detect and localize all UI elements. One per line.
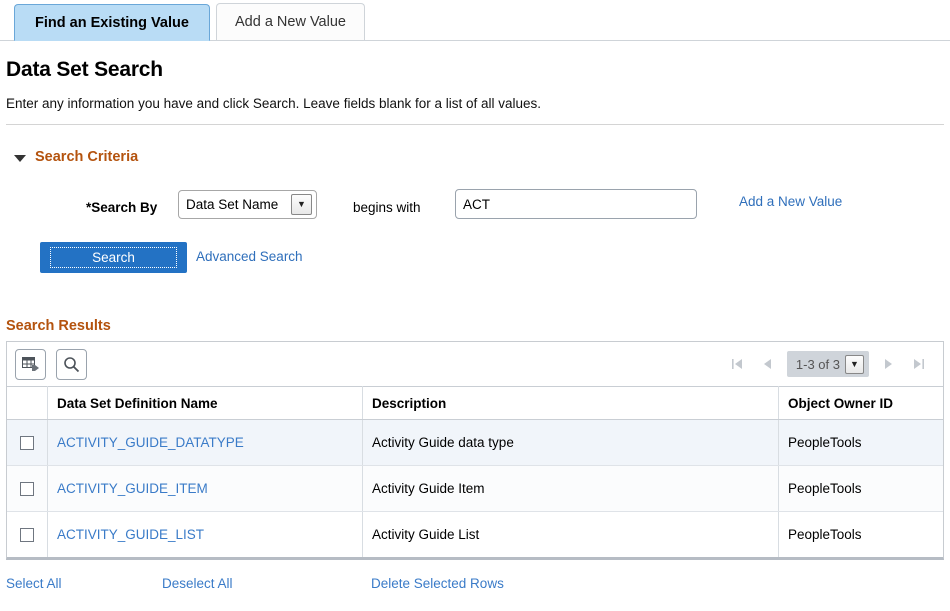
column-header-checkbox — [7, 387, 48, 420]
search-criteria-row: *Search By Data Set Name ▼ begins with A… — [0, 189, 950, 233]
grid-find-button[interactable] — [56, 349, 87, 380]
search-by-selected-value: Data Set Name — [186, 197, 291, 212]
page-description: Enter any information you have and click… — [6, 96, 950, 111]
row-owner-cell: PeopleTools — [779, 512, 944, 558]
grid-download-icon — [22, 356, 39, 373]
first-page-icon — [731, 357, 744, 371]
column-header-description[interactable]: Description — [363, 387, 779, 420]
search-by-label: *Search By — [86, 200, 157, 215]
deselect-all-link[interactable]: Deselect All — [162, 576, 233, 591]
row-checkbox[interactable] — [20, 436, 34, 450]
search-by-select[interactable]: Data Set Name ▼ — [178, 190, 317, 219]
next-page-icon — [882, 357, 895, 371]
first-page-button[interactable] — [723, 357, 753, 371]
row-description-cell: Activity Guide data type — [363, 420, 779, 466]
table-header-row: Data Set Definition Name Description Obj… — [7, 387, 943, 420]
table-row: ACTIVITY_GUIDE_LIST Activity Guide List … — [7, 512, 943, 558]
select-all-link[interactable]: Select All — [6, 576, 62, 591]
collapse-triangle-icon[interactable] — [14, 155, 26, 162]
search-button[interactable]: Search — [40, 242, 187, 273]
tab-find-an-existing-value[interactable]: Find an Existing Value — [14, 4, 210, 41]
data-set-link[interactable]: ACTIVITY_GUIDE_ITEM — [57, 481, 208, 496]
table-row: ACTIVITY_GUIDE_DATATYPE Activity Guide d… — [7, 420, 943, 466]
delete-selected-rows-link[interactable]: Delete Selected Rows — [371, 576, 504, 591]
search-results-grid: 1-3 of 3 ▼ Data Set Definition Name De — [6, 341, 944, 560]
tab-strip: Find an Existing Value Add a New Value — [0, 0, 950, 41]
tab-add-a-new-value[interactable]: Add a New Value — [216, 3, 365, 40]
row-checkbox-cell — [7, 420, 48, 466]
page-title: Data Set Search — [6, 58, 950, 82]
add-a-new-value-link[interactable]: Add a New Value — [739, 194, 842, 209]
page-count-label: 1-3 of 3 — [796, 357, 840, 372]
table-row: ACTIVITY_GUIDE_ITEM Activity Guide Item … — [7, 466, 943, 512]
search-button-row: Search Advanced Search — [0, 242, 950, 276]
grid-download-button[interactable] — [15, 349, 46, 380]
chevron-down-icon[interactable]: ▼ — [845, 355, 864, 374]
row-description-cell: Activity Guide List — [363, 512, 779, 558]
next-page-button[interactable] — [873, 357, 903, 371]
advanced-search-link[interactable]: Advanced Search — [196, 249, 303, 264]
row-name-cell: ACTIVITY_GUIDE_DATATYPE — [48, 420, 363, 466]
previous-page-button[interactable] — [753, 357, 783, 371]
row-checkbox-cell — [7, 512, 48, 558]
header-divider — [6, 124, 944, 125]
tab-label: Add a New Value — [235, 14, 346, 30]
data-set-link[interactable]: ACTIVITY_GUIDE_LIST — [57, 527, 204, 542]
search-criteria-label: Search Criteria — [35, 149, 138, 165]
search-results-header: Search Results — [6, 318, 950, 334]
grid-toolbar: 1-3 of 3 ▼ — [7, 342, 943, 386]
chevron-down-icon[interactable]: ▼ — [291, 194, 312, 215]
data-set-link[interactable]: ACTIVITY_GUIDE_DATATYPE — [57, 435, 244, 450]
search-value-input[interactable] — [455, 189, 697, 219]
row-checkbox-cell — [7, 466, 48, 512]
operator-label: begins with — [353, 200, 421, 215]
row-checkbox[interactable] — [20, 482, 34, 496]
grid-action-links: Select All Deselect All Delete Selected … — [0, 576, 950, 598]
last-page-icon — [912, 357, 925, 371]
search-criteria-header[interactable]: Search Criteria — [14, 149, 950, 165]
row-owner-cell: PeopleTools — [779, 420, 944, 466]
page-count-select[interactable]: 1-3 of 3 ▼ — [787, 351, 869, 377]
last-page-button[interactable] — [903, 357, 933, 371]
row-name-cell: ACTIVITY_GUIDE_ITEM — [48, 466, 363, 512]
row-checkbox[interactable] — [20, 528, 34, 542]
row-description-cell: Activity Guide Item — [363, 466, 779, 512]
column-header-object-owner-id[interactable]: Object Owner ID — [779, 387, 944, 420]
tab-label: Find an Existing Value — [35, 15, 189, 31]
row-owner-cell: PeopleTools — [779, 466, 944, 512]
row-name-cell: ACTIVITY_GUIDE_LIST — [48, 512, 363, 558]
pagination-controls: 1-3 of 3 ▼ — [723, 342, 933, 386]
previous-page-icon — [761, 357, 774, 371]
search-button-label: Search — [50, 247, 177, 268]
column-header-data-set-definition-name[interactable]: Data Set Definition Name — [48, 387, 363, 420]
results-table: Data Set Definition Name Description Obj… — [7, 386, 943, 557]
search-icon — [63, 356, 80, 373]
